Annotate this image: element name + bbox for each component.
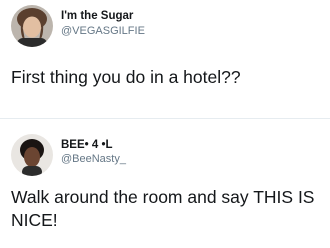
tweet-text: First thing you do in a hotel?? xyxy=(11,67,241,87)
tweet-text: Walk around the room and say THIS IS NIC… xyxy=(11,187,315,230)
user-handle[interactable]: @BeeNasty_ xyxy=(61,153,126,165)
avatar-image xyxy=(11,5,53,47)
display-name[interactable]: BEE• 4 •L xyxy=(61,139,113,151)
user-handle[interactable]: @VEGASGILFIE xyxy=(61,25,145,37)
avatar[interactable] xyxy=(11,134,53,176)
display-name[interactable]: I'm the Sugar xyxy=(61,10,133,22)
divider xyxy=(0,118,330,119)
avatar-image xyxy=(11,134,53,176)
avatar[interactable] xyxy=(11,5,53,47)
